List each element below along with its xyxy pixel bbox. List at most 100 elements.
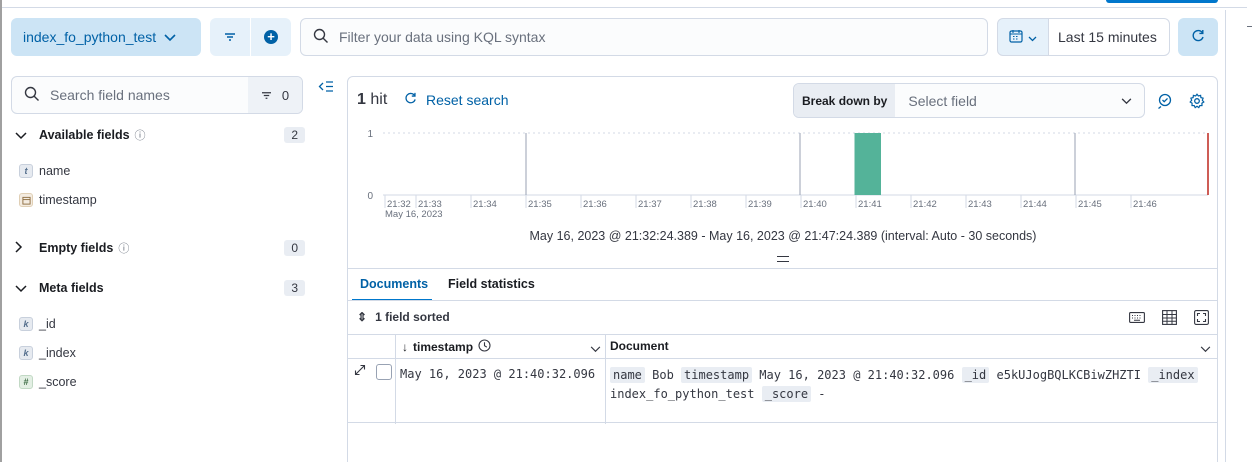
help-icon[interactable]: ⓘ	[118, 240, 129, 256]
doc-field-key: _index	[1148, 367, 1198, 383]
hit-count-label: hit	[370, 91, 388, 108]
chevron-down-icon	[15, 281, 31, 296]
filter-icon	[261, 88, 272, 103]
reset-icon	[404, 92, 417, 108]
kql-search-input[interactable]: Filter your data using KQL syntax	[300, 18, 988, 56]
hit-count-value: 1	[357, 91, 366, 108]
reset-label: Reset search	[426, 92, 509, 108]
x-tick-label: 21:37	[638, 199, 662, 210]
text-field-icon: t	[19, 164, 33, 178]
x-tick-label: 21:40	[803, 199, 827, 210]
available-fields-group[interactable]: Available fields ⓘ 2	[15, 124, 305, 146]
sorted-label: 1 field sorted	[375, 310, 450, 324]
gear-icon[interactable]	[1187, 91, 1207, 111]
clock-icon	[478, 339, 491, 355]
field-label: _id	[39, 317, 56, 331]
doc-field-key: timestamp	[681, 367, 753, 383]
meta-fields-group[interactable]: Meta fields 3	[15, 277, 305, 299]
top-nav-strip	[2, 0, 1247, 8]
doc-field-key: _score	[761, 386, 812, 402]
column-header-document[interactable]: Document	[610, 339, 669, 353]
help-icon[interactable]: ⓘ	[135, 127, 146, 143]
field-label: _score	[39, 375, 77, 389]
empty-fields-group[interactable]: Empty fields ⓘ 0	[15, 237, 305, 259]
date-quick-menu-button[interactable]	[997, 18, 1049, 56]
filter-count: 0	[281, 87, 290, 103]
doc-field-value: e5kUJogBQLKCBiwZHZTI	[989, 368, 1149, 382]
table-density-icon[interactable]	[1160, 308, 1178, 326]
expand-icon[interactable]	[354, 364, 366, 379]
sort-fields-button[interactable]: ⇕ 1 field sorted	[357, 310, 450, 324]
data-view-picker[interactable]: index_fo_python_test	[11, 18, 201, 56]
group-label: Empty fields	[39, 241, 114, 255]
x-tick-label: 21:39	[748, 199, 772, 210]
filter-icon	[224, 30, 236, 45]
breakdown-select[interactable]: Break down by Select field	[793, 83, 1145, 118]
x-tick-label: 21:34	[473, 199, 497, 210]
chevron-down-icon	[15, 128, 31, 143]
top-action-button-edge[interactable]	[1106, 0, 1218, 3]
plus-circle-icon: +	[264, 30, 278, 44]
y-tick-label: 1	[367, 129, 373, 140]
field-count-badge: 0	[284, 240, 305, 256]
field-count-badge: 3	[284, 280, 305, 296]
x-sublabel: May 16, 2023	[385, 209, 443, 220]
row-select-checkbox[interactable]	[376, 364, 392, 380]
field-label: timestamp	[39, 193, 97, 207]
sort-icon: ⇕	[357, 310, 368, 324]
field-label: name	[39, 164, 71, 178]
doc-field-key: name	[610, 367, 645, 383]
field-type-filter-button[interactable]: 0	[248, 77, 302, 113]
field-item-timestamp[interactable]: timestamp	[19, 190, 97, 210]
x-tick-label: 21:42	[913, 199, 937, 210]
tab-field-statistics[interactable]: Field statistics	[448, 277, 535, 301]
field-search-placeholder: Search field names	[50, 87, 170, 103]
resize-handle[interactable]	[777, 256, 789, 262]
refresh-button[interactable]	[1178, 18, 1218, 56]
x-tick-label: 21:43	[968, 199, 992, 210]
field-item-index[interactable]: k _index	[19, 343, 76, 363]
field-item-name[interactable]: t name	[19, 161, 70, 181]
date-field-icon	[19, 193, 33, 207]
x-tick-label: 21:38	[693, 199, 717, 210]
x-tick-label: 21:46	[1133, 199, 1157, 210]
reset-search-link[interactable]: Reset search	[404, 92, 508, 108]
keyboard-icon[interactable]	[1128, 308, 1146, 326]
chevron-down-icon[interactable]	[590, 341, 601, 356]
collapse-sidebar-icon[interactable]	[318, 80, 334, 98]
timestamp-cell: May 16, 2023 @ 21:40:32.096	[400, 367, 596, 381]
filter-menu-button[interactable]	[210, 18, 250, 56]
column-header-timestamp[interactable]: ↓ timestamp	[402, 339, 491, 355]
time-range-display[interactable]: Last 15 minutes	[1049, 18, 1170, 56]
inspect-icon[interactable]	[1155, 91, 1175, 111]
x-tick-label: 21:45	[1078, 199, 1102, 210]
x-tick-label: 21:35	[528, 199, 552, 210]
field-item-score[interactable]: # _score	[19, 372, 77, 392]
time-range-caption: May 16, 2023 @ 21:32:24.389 - May 16, 20…	[529, 229, 1037, 243]
calendar-icon	[1009, 29, 1023, 46]
breakdown-label: Break down by	[794, 84, 896, 117]
x-tick-label: 21:41	[858, 199, 882, 210]
breakdown-placeholder: Select field	[908, 92, 977, 109]
chevron-down-icon	[164, 29, 176, 45]
tabs-bottom-border	[348, 300, 1217, 301]
keyword-field-icon: k	[19, 346, 33, 360]
sort-desc-icon: ↓	[402, 340, 408, 354]
tabs-top-border	[348, 268, 1217, 269]
chevron-down-icon[interactable]	[1200, 341, 1211, 356]
fullscreen-icon[interactable]	[1192, 308, 1210, 326]
histogram-chart[interactable]: 1021:32 21:33 21:34 21:35 21:36 21:37 21:38 21:…	[350, 124, 1216, 224]
refresh-icon	[1191, 29, 1205, 46]
data-view-label: index_fo_python_test	[23, 29, 157, 45]
chevron-right-icon	[15, 240, 31, 256]
field-item-id[interactable]: k _id	[19, 314, 56, 334]
hit-count: 1 hit	[357, 91, 387, 109]
window-edge	[0, 0, 2, 462]
chevron-down-icon	[1028, 30, 1037, 45]
tab-documents[interactable]: Documents	[360, 277, 428, 301]
x-tick-label: 21:36	[583, 199, 607, 210]
doc-field-value: -	[811, 387, 826, 401]
right-handle	[1247, 26, 1252, 27]
add-filter-button[interactable]: +	[251, 18, 291, 56]
field-search-input[interactable]: Search field names 0	[11, 76, 303, 114]
